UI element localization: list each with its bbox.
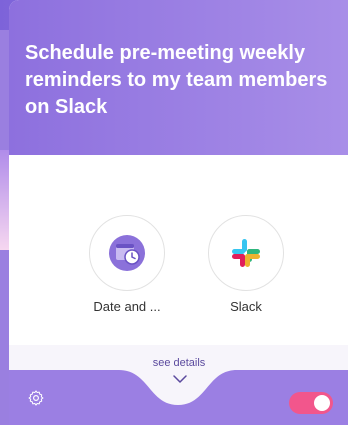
app-date-and-time[interactable]: Date and ... bbox=[82, 215, 172, 314]
date-and-time-icon bbox=[109, 235, 145, 271]
chevron-down-icon[interactable] bbox=[173, 374, 187, 384]
slack-icon-circle bbox=[208, 215, 284, 291]
card-header: Schedule pre-meeting weekly reminders to… bbox=[9, 0, 348, 155]
app-label: Date and ... bbox=[93, 299, 161, 314]
date-and-time-icon-circle bbox=[89, 215, 165, 291]
gear-icon[interactable] bbox=[27, 389, 45, 407]
toggle-knob bbox=[314, 395, 330, 411]
card-title: Schedule pre-meeting weekly reminders to… bbox=[25, 42, 328, 118]
app-list: Date and ... Slack bbox=[9, 215, 348, 315]
slack-icon bbox=[232, 239, 260, 267]
see-details-link[interactable]: see details bbox=[129, 357, 229, 369]
app-slack[interactable]: Slack bbox=[201, 215, 291, 314]
enable-toggle[interactable] bbox=[289, 392, 333, 414]
recipe-card[interactable]: Schedule pre-meeting weekly reminders to… bbox=[9, 0, 348, 425]
app-label: Slack bbox=[230, 299, 262, 314]
